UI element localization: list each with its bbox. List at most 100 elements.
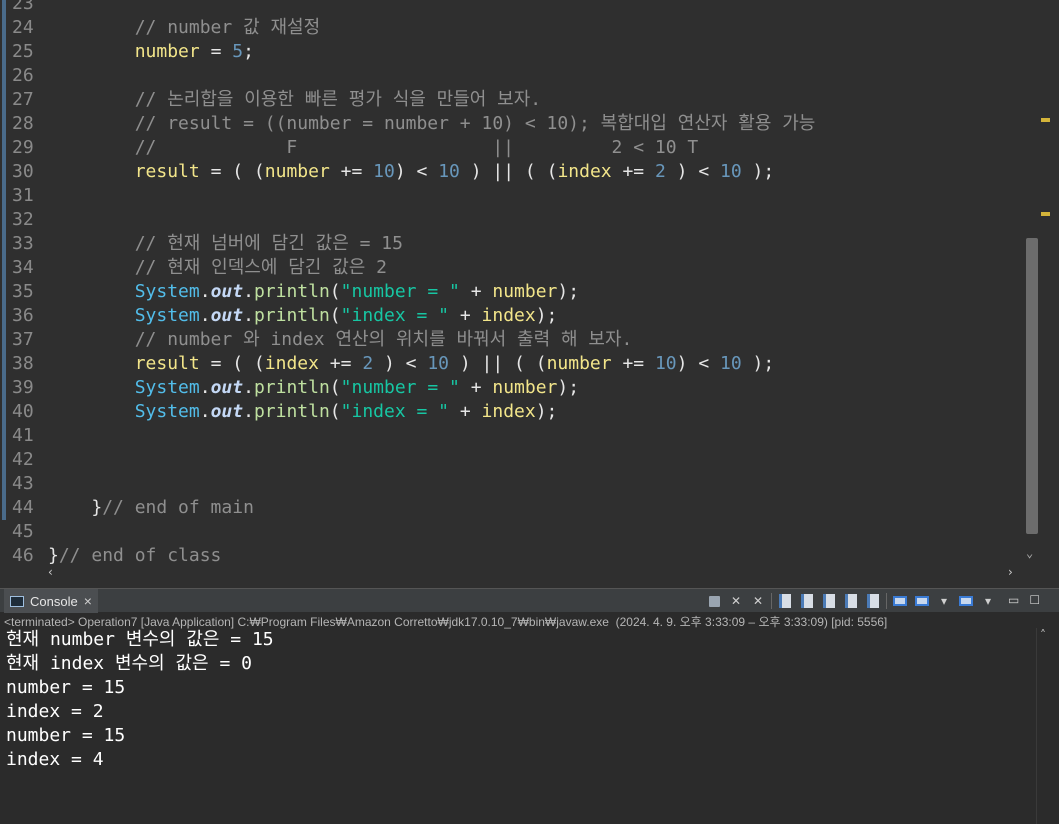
code-token: }: [48, 497, 103, 518]
minimize-icon[interactable]: ▭: [1008, 593, 1019, 607]
code-line[interactable]: 32: [0, 208, 1024, 232]
console-output[interactable]: 현재 number 변수의 값은 = 15 현재 index 변수의 값은 = 0…: [6, 628, 1026, 772]
word-wrap-button[interactable]: [820, 592, 838, 610]
code-line[interactable]: 30 result = ( (number += 10) < 10 ) || (…: [0, 160, 1024, 184]
show-stderr-button[interactable]: [864, 592, 882, 610]
document-icon: [801, 594, 813, 608]
chevron-down-icon[interactable]: ▾: [935, 592, 953, 610]
code-line[interactable]: 27 // 논리합을 이용한 빠른 평가 식을 만들어 보자.: [0, 88, 1024, 112]
code-line[interactable]: 39 System.out.println("number = " + numb…: [0, 376, 1024, 400]
code-token: System: [134, 401, 200, 422]
line-number: 46: [12, 545, 34, 566]
editor-vertical-scrollbar[interactable]: [1024, 0, 1041, 568]
maximize-icon[interactable]: ☐: [1029, 593, 1040, 607]
code-line[interactable]: 24 // number 값 재설정: [0, 16, 1024, 40]
warning-marker[interactable]: [1041, 118, 1050, 122]
chevron-down-icon[interactable]: ▾: [979, 592, 997, 610]
code-token: .: [243, 281, 254, 302]
code-line[interactable]: 29 // F || 2 < 10 T: [0, 136, 1024, 160]
code-token: println: [253, 401, 330, 422]
code-token: ) <: [373, 353, 428, 374]
code-token: index: [557, 161, 612, 182]
code-token: 2: [362, 353, 374, 374]
scroll-down-icon[interactable]: ⌄: [1026, 546, 1033, 560]
monitor-icon: [959, 596, 973, 606]
warning-marker[interactable]: [1041, 212, 1050, 216]
code-token: +=: [329, 161, 374, 182]
tab-console-label: Console: [30, 593, 78, 609]
console-output-line: number = 15: [6, 677, 126, 698]
code-line[interactable]: 28 // result = ((number = number + 10) <…: [0, 112, 1024, 136]
line-number: 41: [12, 425, 34, 446]
code-line[interactable]: 37 // number 와 index 연산의 위치를 바꿔서 출력 해 보자…: [0, 328, 1024, 352]
code-line[interactable]: 33 // 현재 넘버에 담긴 값은 = 15: [0, 232, 1024, 256]
tab-console[interactable]: Console ×: [4, 589, 98, 613]
code-token: .: [243, 305, 254, 326]
code-token: .: [199, 401, 211, 422]
code-token: // number 와 index 연산의 위치를 바꿔서 출력 해 보자.: [48, 329, 633, 350]
code-token: println: [253, 305, 330, 326]
code-line[interactable]: 36 System.out.println("index = " + index…: [0, 304, 1024, 328]
console-output-line: number = 15: [6, 725, 126, 746]
code-editor[interactable]: 23 24 // number 값 재설정 25 number = 5; 26 27 /…: [0, 0, 1024, 568]
code-line[interactable]: 45: [0, 520, 1024, 544]
code-line[interactable]: 40 System.out.println("index = " + index…: [0, 400, 1024, 424]
document-icon: [867, 594, 879, 608]
code-token: println: [253, 377, 330, 398]
line-number: 33: [12, 233, 34, 254]
show-stdout-button[interactable]: [842, 592, 860, 610]
code-line[interactable]: 41: [0, 424, 1024, 448]
code-token: System: [134, 281, 200, 302]
line-number: 32: [12, 209, 34, 230]
code-line[interactable]: 38 result = ( (index += 2 ) < 10 ) || ( …: [0, 352, 1024, 376]
code-line[interactable]: 44 }// end of main: [0, 496, 1024, 520]
code-token: }: [48, 545, 59, 566]
clear-console-button[interactable]: [776, 592, 794, 610]
scroll-left-icon[interactable]: ‹: [48, 565, 53, 579]
code-token: out: [210, 401, 244, 422]
code-token: "index = ": [340, 401, 450, 422]
line-number: 40: [12, 401, 34, 422]
remove-all-terminated-button[interactable]: ✕: [749, 592, 767, 610]
code-token: 10: [720, 161, 742, 182]
console-header: Console × ✕ ✕ ▾ ▾ ▭ ☐: [0, 588, 1059, 613]
document-icon: [845, 594, 857, 608]
code-token: index: [481, 401, 536, 422]
code-line[interactable]: 46}// end of class: [0, 544, 1024, 568]
terminate-button[interactable]: [705, 592, 723, 610]
scroll-right-icon[interactable]: ›: [1008, 565, 1013, 579]
code-text: // number 와 index 연산의 위치를 바꿔서 출력 해 보자.: [48, 328, 633, 352]
line-number: 24: [12, 17, 34, 38]
code-line[interactable]: 31: [0, 184, 1024, 208]
code-line[interactable]: 23: [0, 0, 1024, 16]
code-line[interactable]: 35 System.out.println("number = " + numb…: [0, 280, 1024, 304]
console-scrollbar[interactable]: [1036, 628, 1056, 824]
code-line[interactable]: 26: [0, 64, 1024, 88]
console-output-line: index = 4: [6, 749, 104, 770]
code-token: .: [243, 377, 254, 398]
code-line[interactable]: 42: [0, 448, 1024, 472]
close-icon[interactable]: ×: [84, 593, 92, 609]
code-token: number: [134, 41, 200, 62]
line-number: 38: [12, 353, 34, 374]
line-number: 25: [12, 41, 34, 62]
view-controls: ▭ ☐: [1008, 593, 1040, 607]
scroll-lock-button[interactable]: [798, 592, 816, 610]
pin-console-button[interactable]: [891, 592, 909, 610]
code-token: // end of class: [58, 545, 222, 566]
code-line[interactable]: 34 // 현재 인덱스에 담긴 값은 2: [0, 256, 1024, 280]
overview-ruler[interactable]: [1041, 0, 1059, 580]
line-number: 39: [12, 377, 34, 398]
code-line[interactable]: 43: [0, 472, 1024, 496]
code-line[interactable]: 25 number = 5;: [0, 40, 1024, 64]
code-token: System: [134, 377, 200, 398]
chevron-up-icon[interactable]: ˄: [1040, 628, 1046, 642]
display-console-button[interactable]: [913, 592, 931, 610]
editor-horizontal-scrollbar[interactable]: [44, 566, 1024, 580]
remove-launch-button[interactable]: ✕: [727, 592, 745, 610]
editor-scroll-thumb[interactable]: [1026, 238, 1038, 534]
open-console-button[interactable]: [957, 592, 975, 610]
code-token: // result = ((number = number + 10) < 10…: [48, 113, 816, 134]
code-token: ;: [243, 41, 254, 62]
code-token: +: [449, 401, 482, 422]
